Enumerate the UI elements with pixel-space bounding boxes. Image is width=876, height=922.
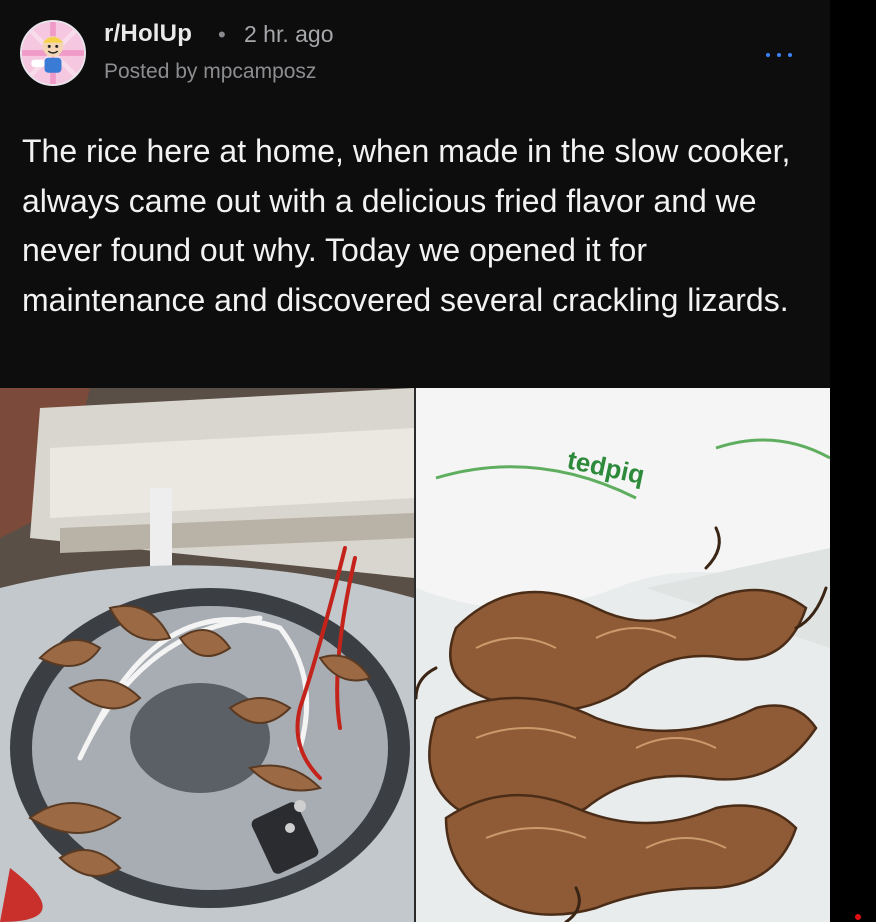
- subreddit-avatar-icon[interactable]: [20, 20, 86, 86]
- red-dot-mark: [855, 914, 861, 920]
- more-options-icon[interactable]: [766, 48, 792, 62]
- post-card: r/HolUp • 2 hr. ago Posted by mpcamposz …: [0, 0, 830, 922]
- post-header: r/HolUp • 2 hr. ago Posted by mpcamposz: [0, 0, 830, 100]
- slow-cooker-interior-photo[interactable]: [0, 388, 414, 922]
- separator-dot: •: [218, 22, 226, 47]
- dried-lizards-on-bag-photo[interactable]: tedpiq: [416, 388, 830, 922]
- post-title[interactable]: The rice here at home, when made in the …: [22, 127, 812, 325]
- post-age: 2 hr. ago: [244, 21, 334, 47]
- posted-by[interactable]: Posted by mpcamposz: [104, 60, 316, 84]
- subreddit-name[interactable]: r/HolUp: [104, 20, 192, 48]
